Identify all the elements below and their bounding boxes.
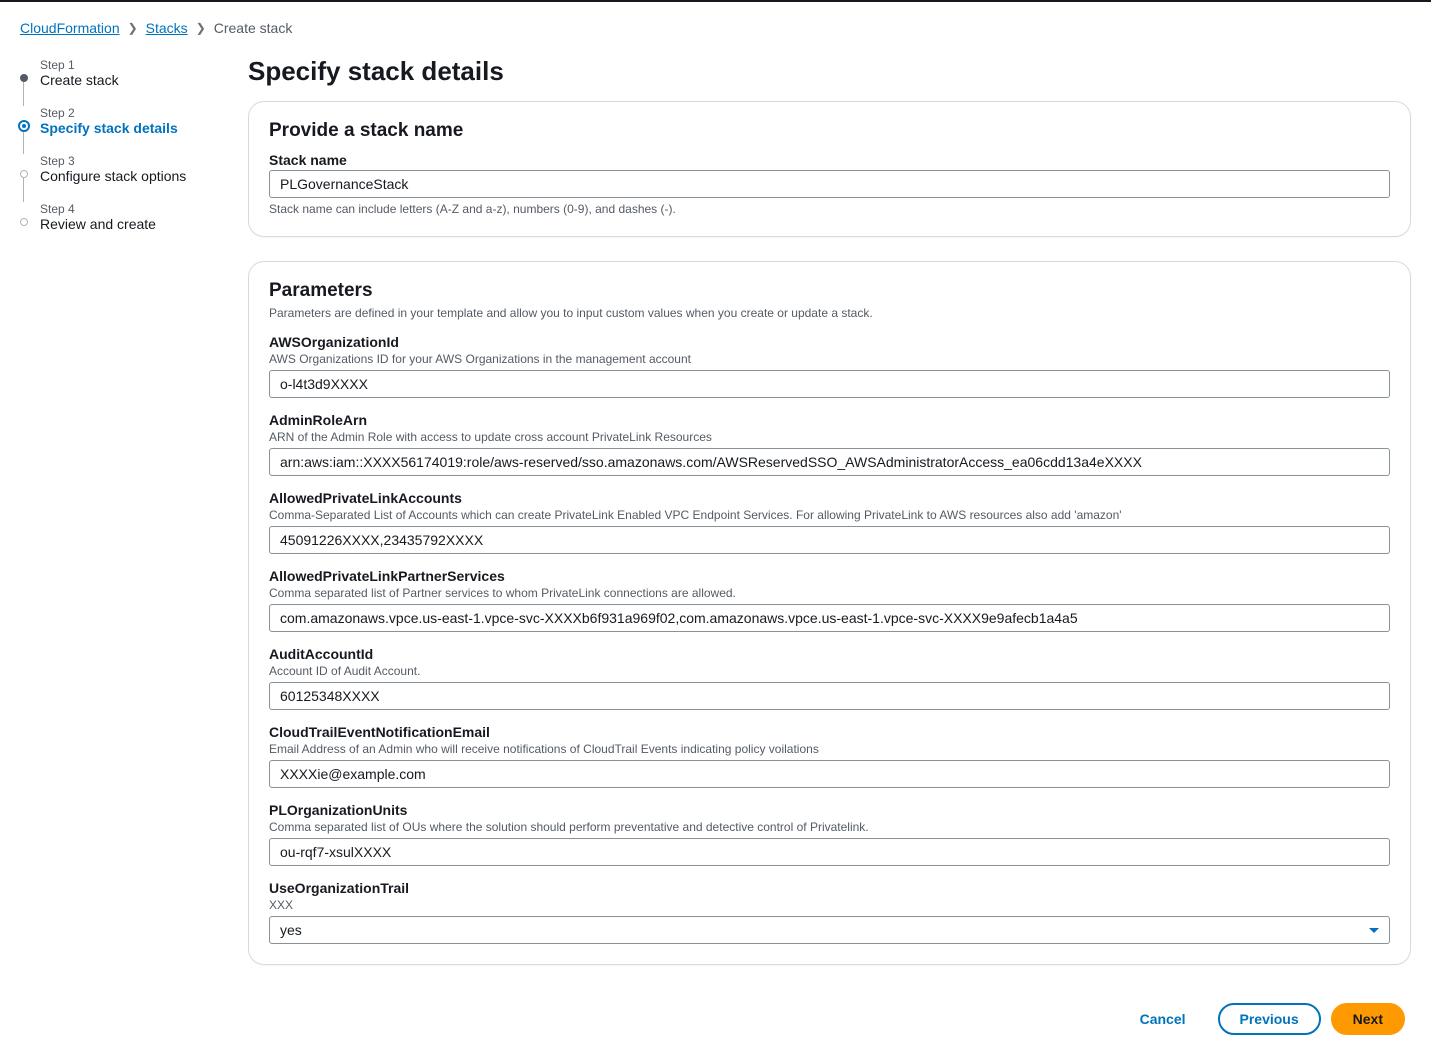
wizard-step-num: Step 3	[40, 154, 220, 168]
wizard-step-num: Step 4	[40, 202, 220, 216]
param-select-use-organization-trail[interactable]: yes	[269, 916, 1390, 944]
step-indicator-icon	[20, 170, 28, 178]
wizard-step-num: Step 2	[40, 106, 220, 120]
wizard-step-4[interactable]: Step 4 Review and create	[20, 202, 220, 232]
wizard-step-title: Specify stack details	[40, 120, 220, 136]
param-desc: Comma separated list of Partner services…	[269, 586, 1390, 600]
param-input-cloudtrail-email[interactable]	[269, 760, 1390, 788]
breadcrumb: CloudFormation ❯ Stacks ❯ Create stack	[20, 20, 1411, 36]
wizard-step-title: Create stack	[40, 72, 220, 88]
breadcrumb-cloudformation[interactable]: CloudFormation	[20, 20, 120, 36]
breadcrumb-current: Create stack	[214, 20, 293, 36]
next-button[interactable]: Next	[1331, 1003, 1405, 1035]
param-input-audit-account-id[interactable]	[269, 682, 1390, 710]
wizard-step-title: Configure stack options	[40, 168, 220, 184]
wizard-footer: Cancel Previous Next	[248, 989, 1411, 1041]
stack-name-input[interactable]	[269, 170, 1390, 198]
step-indicator-icon	[20, 74, 28, 82]
chevron-right-icon: ❯	[196, 21, 206, 35]
param-input-admin-role-arn[interactable]	[269, 448, 1390, 476]
stack-name-panel: Provide a stack name Stack name Stack na…	[248, 101, 1411, 237]
param-label-allowed-privatelink-partner-services: AllowedPrivateLinkPartnerServices	[269, 568, 1390, 584]
step-indicator-icon	[20, 218, 28, 226]
stack-name-label: Stack name	[269, 152, 1390, 168]
wizard-step-1[interactable]: Step 1 Create stack	[20, 58, 220, 88]
param-input-allowed-privatelink-accounts[interactable]	[269, 526, 1390, 554]
wizard-step-num: Step 1	[40, 58, 220, 72]
param-label-aws-organization-id: AWSOrganizationId	[269, 334, 1390, 350]
wizard-step-title: Review and create	[40, 216, 220, 232]
param-desc: Comma-Separated List of Accounts which c…	[269, 508, 1390, 522]
param-label-audit-account-id: AuditAccountId	[269, 646, 1390, 662]
param-input-pl-organization-units[interactable]	[269, 838, 1390, 866]
param-input-allowed-privatelink-partner-services[interactable]	[269, 604, 1390, 632]
param-desc: Comma separated list of OUs where the so…	[269, 820, 1390, 834]
panel-heading: Provide a stack name	[269, 120, 1390, 142]
panel-heading: Parameters	[269, 280, 1390, 302]
param-label-allowed-privatelink-accounts: AllowedPrivateLinkAccounts	[269, 490, 1390, 506]
chevron-right-icon: ❯	[128, 21, 138, 35]
param-desc: AWS Organizations ID for your AWS Organi…	[269, 352, 1390, 366]
parameters-panel: Parameters Parameters are defined in you…	[248, 261, 1411, 965]
param-label-use-organization-trail: UseOrganizationTrail	[269, 880, 1390, 896]
param-desc: ARN of the Admin Role with access to upd…	[269, 430, 1390, 444]
main-content: Specify stack details Provide a stack na…	[248, 56, 1411, 1041]
param-label-pl-organization-units: PLOrganizationUnits	[269, 802, 1390, 818]
stack-name-hint: Stack name can include letters (A-Z and …	[269, 202, 1390, 216]
page-title: Specify stack details	[248, 56, 1411, 87]
cancel-button[interactable]: Cancel	[1118, 1003, 1208, 1035]
param-desc: Account ID of Audit Account.	[269, 664, 1390, 678]
param-label-cloudtrail-email: CloudTrailEventNotificationEmail	[269, 724, 1390, 740]
breadcrumb-stacks[interactable]: Stacks	[146, 20, 188, 36]
param-input-aws-organization-id[interactable]	[269, 370, 1390, 398]
param-desc: XXX	[269, 898, 1390, 912]
wizard-step-2[interactable]: Step 2 Specify stack details	[20, 106, 220, 136]
wizard-step-3[interactable]: Step 3 Configure stack options	[20, 154, 220, 184]
param-desc: Email Address of an Admin who will recei…	[269, 742, 1390, 756]
wizard-navigation: Step 1 Create stack Step 2 Specify stack…	[20, 56, 220, 1041]
step-indicator-icon	[18, 120, 30, 132]
panel-subheading: Parameters are defined in your template …	[269, 306, 1390, 320]
previous-button[interactable]: Previous	[1218, 1003, 1321, 1035]
param-label-admin-role-arn: AdminRoleArn	[269, 412, 1390, 428]
